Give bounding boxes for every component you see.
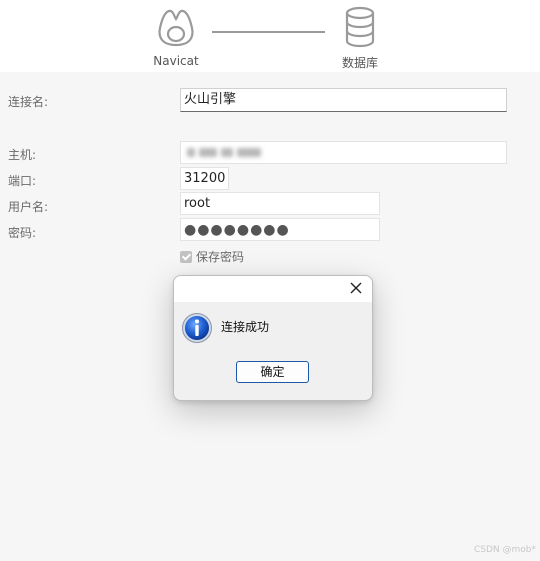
watermark: CSDN @mob* [473,545,536,555]
connection-name-input[interactable]: 火山引擎 [180,88,507,112]
connection-success-dialog: 连接成功 确定 [173,275,373,401]
connection-name-label: 连接名: [8,95,49,109]
host-redacted-block [237,148,261,157]
ok-button[interactable]: 确定 [236,361,309,383]
wizard-step-label: Navicat [153,54,199,68]
username-label: 用户名: [8,200,49,214]
port-label: 端口: [8,174,37,188]
host-input[interactable] [180,141,507,164]
save-password-label: 保存密码 [196,250,245,264]
username-input[interactable]: root [180,192,380,215]
wizard-header: Navicat 数据库 [0,0,540,72]
password-label: 密码: [8,226,37,240]
host-label: 主机: [8,148,37,162]
close-icon[interactable] [346,278,366,298]
wizard-step-label: 数据库 [341,56,378,70]
password-input[interactable]: ●●●●●●●● [180,218,380,241]
save-password-row[interactable]: 保存密码 [180,248,244,265]
host-redacted-block [187,148,195,157]
database-icon [345,6,375,48]
wizard-step-navicat: Navicat [148,6,204,68]
dialog-titlebar [174,276,372,302]
port-input[interactable]: 31200 [180,167,229,190]
navicat-logo-icon [158,9,194,47]
wizard-step-database: 数据库 [333,6,387,71]
host-redacted-block [221,148,233,157]
wizard-connector-line [212,31,325,33]
dialog-message: 连接成功 [221,320,270,334]
save-password-checkbox[interactable] [180,250,192,263]
host-redacted-block [199,148,217,157]
info-icon [182,313,212,343]
